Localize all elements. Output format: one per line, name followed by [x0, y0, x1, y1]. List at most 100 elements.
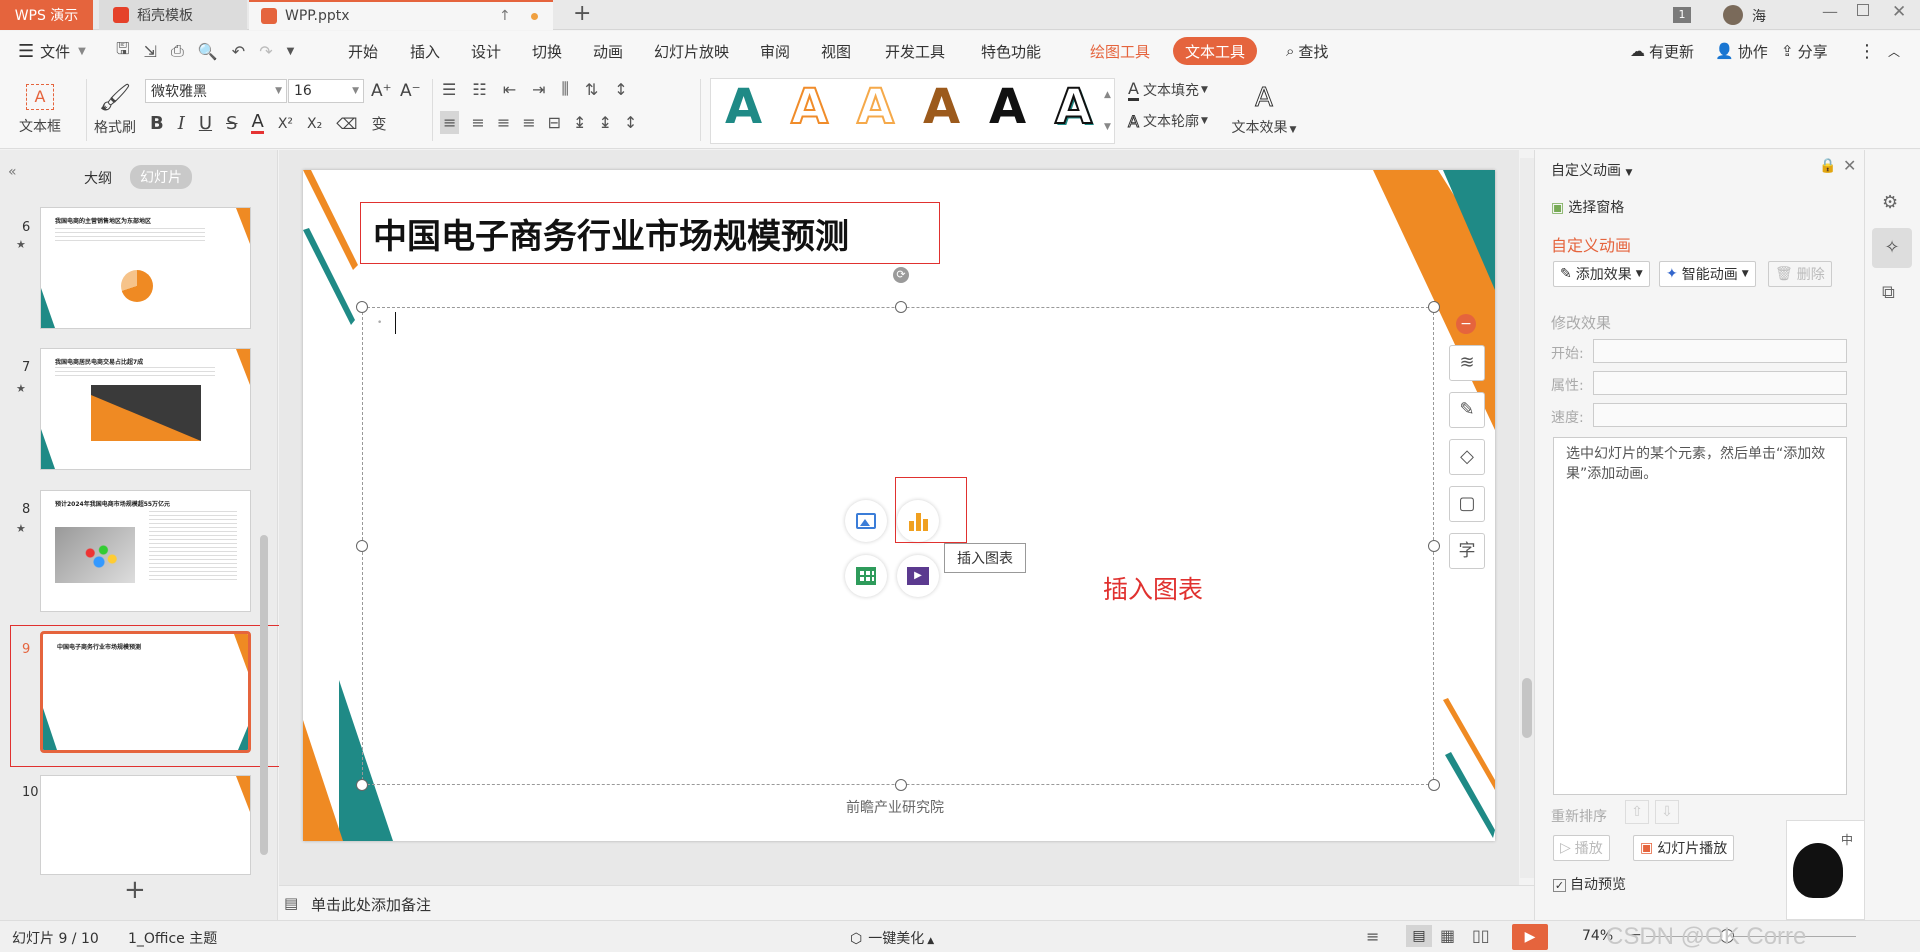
- close-icon[interactable]: ✕: [1892, 2, 1906, 22]
- menu-drawing-tools[interactable]: 绘图工具: [1090, 31, 1150, 71]
- lock-icon[interactable]: 🔒: [1819, 158, 1836, 174]
- reading-view-icon[interactable]: ▯▯: [1472, 926, 1490, 945]
- canvas-vscrollbar[interactable]: [1520, 158, 1534, 878]
- superscript-icon[interactable]: X²: [278, 116, 293, 132]
- menu-features[interactable]: 特色功能: [981, 31, 1041, 71]
- menu-animation[interactable]: 动画: [593, 31, 623, 71]
- menu-start[interactable]: 开始: [348, 31, 378, 71]
- beautify-button[interactable]: ⬡ 一键美化 ▲: [850, 928, 934, 948]
- line-spacing-icon[interactable]: ↕: [614, 80, 627, 99]
- export-icon[interactable]: ⇲: [144, 42, 157, 61]
- text-fill-button[interactable]: A 文本填充 ▼: [1128, 79, 1208, 101]
- italic-icon[interactable]: I: [178, 113, 185, 134]
- play-slideshow-icon[interactable]: ▶: [1512, 924, 1548, 950]
- content-placeholder[interactable]: [362, 307, 1434, 785]
- menu-design[interactable]: 设计: [471, 31, 501, 71]
- line-spacing-2-icon[interactable]: ↕: [624, 113, 637, 132]
- text-style-preset-1[interactable]: A: [725, 81, 762, 133]
- resize-handle[interactable]: [356, 540, 368, 552]
- notes-bar[interactable]: ▤ 单击此处添加备注: [279, 885, 1534, 920]
- tab-outline[interactable]: 大纲: [84, 168, 112, 188]
- slide-thumbnail-8[interactable]: 预计2024年我国电商市场规模超55万亿元: [40, 490, 251, 612]
- speed-select[interactable]: [1593, 403, 1847, 427]
- insert-picture-button[interactable]: [845, 500, 887, 542]
- format-painter-button[interactable]: 🖌 格式刷: [90, 75, 140, 145]
- subscript-icon[interactable]: X₂: [307, 116, 322, 132]
- increase-indent-icon[interactable]: ⇥: [532, 80, 545, 99]
- play-button[interactable]: ▷ 播放: [1553, 835, 1610, 861]
- scroll-thumb[interactable]: [1522, 678, 1532, 738]
- textbox-button[interactable]: A 文本框: [12, 75, 68, 145]
- autopreview-checkbox[interactable]: ✓ 自动预览: [1553, 874, 1626, 894]
- font-size-select[interactable]: 16 ▼: [288, 79, 364, 103]
- text-effect-button[interactable]: A 文本效果 ▼: [1228, 77, 1300, 143]
- menu-developer[interactable]: 开发工具: [885, 31, 945, 71]
- save-icon[interactable]: 🖫: [116, 38, 130, 65]
- text-style-preset-2[interactable]: A: [790, 80, 829, 134]
- close-panel-icon[interactable]: ✕: [1843, 156, 1856, 175]
- eraser-icon[interactable]: ⌫: [336, 115, 357, 133]
- ime-zh-icon[interactable]: 中: [1841, 831, 1853, 848]
- slide-thumbnail-6[interactable]: 我国电商的主营销售地区为东部地区: [40, 207, 251, 329]
- change-case-icon[interactable]: 变: [371, 113, 386, 134]
- collapse-panel-icon[interactable]: «: [8, 164, 17, 180]
- text-outline-button[interactable]: A 文本轮廓 ▼: [1128, 111, 1208, 131]
- normal-view-icon[interactable]: ▤: [1406, 925, 1432, 947]
- sorter-view-icon[interactable]: ▦: [1440, 926, 1455, 945]
- resize-handle[interactable]: [356, 779, 368, 791]
- collapse-ribbon-icon[interactable]: ︿: [1888, 31, 1900, 71]
- fill-icon[interactable]: ◇: [1449, 439, 1485, 475]
- redo-icon[interactable]: ↷: [259, 42, 272, 61]
- delete-button[interactable]: 🗑 删除: [1768, 261, 1832, 287]
- menu-transition[interactable]: 切换: [532, 31, 562, 71]
- columns-icon[interactable]: ⫼: [562, 79, 569, 99]
- smart-animation-button[interactable]: ✦ 智能动画 ▼: [1659, 261, 1756, 287]
- add-slide-icon[interactable]: +: [124, 877, 146, 903]
- align-left-icon[interactable]: ≡: [440, 111, 460, 134]
- slide-thumbnail-9[interactable]: 中国电子商务行业市场规模预测: [40, 631, 251, 753]
- font-shrink-icon[interactable]: A⁻: [400, 81, 421, 101]
- font-color-icon[interactable]: A: [251, 113, 264, 134]
- start-select[interactable]: [1593, 339, 1847, 363]
- bold-icon[interactable]: B: [150, 113, 164, 134]
- distribute-icon[interactable]: ⊟: [548, 113, 561, 132]
- property-select[interactable]: [1593, 371, 1847, 395]
- window-count-badge[interactable]: 1: [1673, 7, 1691, 23]
- animation-icon[interactable]: ✧: [1872, 228, 1912, 268]
- thumbnails-scrollbar[interactable]: [260, 535, 268, 855]
- update-button[interactable]: ☁ 有更新: [1630, 31, 1694, 71]
- slide-thumbnail-10[interactable]: [40, 775, 251, 875]
- slide-title[interactable]: 中国电子商务行业市场规模预测: [360, 202, 940, 264]
- resize-handle[interactable]: [1428, 301, 1440, 313]
- theme-name[interactable]: 1_Office 主题: [128, 928, 217, 948]
- share-button[interactable]: ⇪ 分享: [1781, 31, 1828, 71]
- move-up-icon[interactable]: ⇧: [1625, 800, 1649, 824]
- resize-handle[interactable]: [1428, 779, 1440, 791]
- resize-handle[interactable]: [356, 301, 368, 313]
- underline-icon[interactable]: U: [199, 113, 212, 134]
- text-style-preset-4[interactable]: A: [923, 81, 960, 133]
- upload-icon[interactable]: ↑: [499, 8, 511, 24]
- menu-insert[interactable]: 插入: [410, 31, 440, 71]
- bullet-list-icon[interactable]: ☰: [442, 80, 456, 99]
- menu-review[interactable]: 审阅: [760, 31, 790, 71]
- slide-thumbnail-7[interactable]: 我国电商居民电商交易占比超7成: [40, 348, 251, 470]
- insert-table-button[interactable]: [845, 555, 887, 597]
- resize-handle[interactable]: [895, 301, 907, 313]
- text-format-icon[interactable]: 字: [1449, 533, 1485, 569]
- transition-icon[interactable]: ⧉: [1882, 282, 1895, 303]
- menu-text-tools[interactable]: 文本工具: [1173, 37, 1258, 65]
- add-effect-button[interactable]: ✎ 添加效果 ▼: [1553, 261, 1650, 287]
- gallery-scroll[interactable]: ▲ ▼: [1104, 79, 1114, 143]
- slideshow-button[interactable]: ▣ 幻灯片播放: [1633, 835, 1735, 861]
- tab-wpp-pptx[interactable]: WPP.pptx ↑: [249, 0, 553, 30]
- para-spacing-2-icon[interactable]: ↨: [598, 113, 611, 132]
- quick-access-dropdown-icon[interactable]: ▼: [287, 46, 295, 57]
- maximize-icon[interactable]: [1857, 4, 1869, 16]
- new-tab-icon[interactable]: +: [573, 1, 591, 26]
- avatar[interactable]: [1723, 5, 1743, 25]
- layers-icon[interactable]: ≋: [1449, 345, 1485, 381]
- notes-placeholder[interactable]: 单击此处添加备注: [311, 894, 431, 915]
- text-direction-icon[interactable]: ⇅: [585, 80, 598, 99]
- rotate-handle-icon[interactable]: ⟳: [893, 267, 909, 283]
